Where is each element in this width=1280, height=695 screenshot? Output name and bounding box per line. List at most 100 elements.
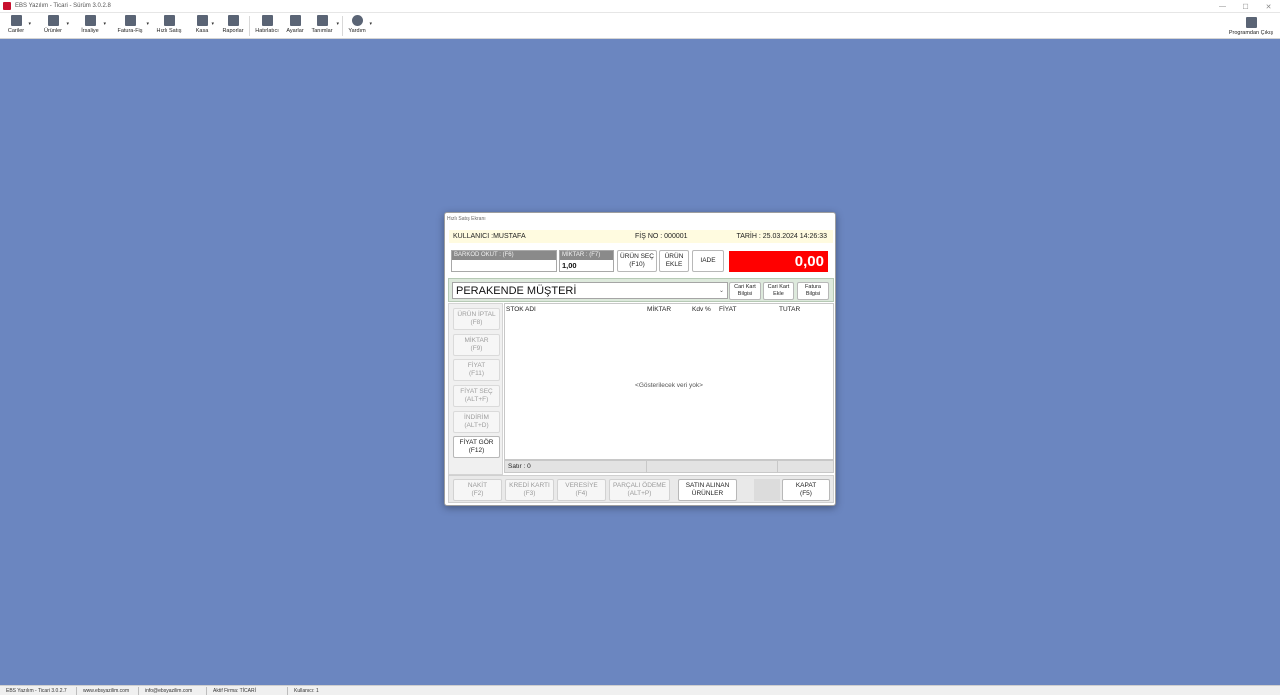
sale-items-grid[interactable]: STOK ADI MİKTAR Kdv % FİYAT TUTAR <Göste… — [504, 303, 834, 460]
price-button[interactable]: FİYAT (F11) — [453, 359, 500, 381]
cash-button[interactable]: NAKİT (F2) — [453, 479, 502, 501]
spacer-block — [754, 479, 780, 501]
kasa-icon — [196, 15, 208, 26]
status-version: EBS Yazılım - Ticari 3.0.2.7 — [0, 686, 77, 695]
quantity-button[interactable]: MİKTAR (F9) — [453, 334, 500, 356]
toolbar-cariler[interactable]: Cariler ▾ — [6, 13, 31, 39]
status-email[interactable]: info@ebsyazilim.com — [139, 686, 207, 695]
toolbar-fatura-fis[interactable]: Fatura-Fiş ▾ — [116, 13, 149, 39]
barcode-label: BARKOD OKUT : (F6) — [452, 251, 556, 260]
maximize-icon[interactable]: ☐ — [1234, 0, 1257, 13]
discount-button[interactable]: İNDİRİM (ALT+D) — [453, 411, 500, 433]
status-website[interactable]: www.ebsyazilim.com — [77, 686, 139, 695]
window-controls: — ☐ ✕ — [1211, 0, 1280, 13]
irsaliye-icon — [84, 15, 96, 26]
chevron-down-icon[interactable]: ▾ — [369, 21, 372, 27]
close-icon[interactable]: ✕ — [1257, 0, 1280, 13]
on-account-button[interactable]: VERESİYE (F4) — [557, 479, 606, 501]
column-stock-name[interactable]: STOK ADI — [506, 306, 536, 313]
toolbar-raporlar[interactable]: Raporlar — [221, 13, 245, 39]
toolbar-urunler[interactable]: Ürünler ▾ — [42, 13, 69, 39]
column-quantity[interactable]: MİKTAR — [647, 306, 671, 313]
toolbar-separator — [249, 16, 250, 36]
chevron-down-icon[interactable]: ▾ — [146, 21, 149, 27]
add-account-card-button[interactable]: Cari Kart Ekle — [763, 282, 794, 300]
toolbar-separator — [342, 16, 343, 36]
status-active-company: Aktif Firma: TİCARİ — [207, 686, 288, 695]
invoice-info-button[interactable]: Fatura Bilgisi — [797, 282, 829, 300]
user-label: KULLANICI :MUSTAFA — [453, 233, 526, 240]
payment-strip: NAKİT (F2) KREDİ KARTI (F3) VERESİYE (F4… — [448, 475, 834, 503]
yardim-icon — [351, 15, 363, 26]
minimize-icon[interactable]: — — [1211, 0, 1234, 13]
toolbar-hizli-satis[interactable]: Hızlı Satış — [156, 13, 182, 39]
toolbar-label: Cariler — [7, 28, 25, 34]
footer-cell — [778, 461, 833, 472]
account-card-info-button[interactable]: Cari Kart Bilgisi — [729, 282, 761, 300]
toolbar-hatirlatici[interactable]: Hatırlatıcı — [254, 13, 280, 39]
side-action-panel: ÜRÜN İPTAL (F8) MİKTAR (F9) FİYAT (F11) … — [448, 303, 503, 475]
toolbar-exit[interactable]: Programdan Çıkış — [1227, 15, 1275, 41]
toolbar-tanimlar[interactable]: Tanımlar ▾ — [310, 13, 339, 39]
exit-icon — [1245, 17, 1257, 28]
column-price[interactable]: FİYAT — [719, 306, 736, 313]
main-toolbar: Cariler ▾ Ürünler ▾ İrsaliye ▾ Fatura-Fi… — [0, 13, 1280, 39]
cancel-product-button[interactable]: ÜRÜN İPTAL (F8) — [453, 308, 500, 330]
split-payment-button[interactable]: PARÇALI ÖDEME (ALT+P) — [609, 479, 670, 501]
fatura-icon — [124, 15, 136, 26]
hizli-satis-icon — [163, 15, 175, 26]
chevron-down-icon[interactable]: ▾ — [66, 21, 69, 27]
credit-card-button[interactable]: KREDİ KARTI (F3) — [505, 479, 554, 501]
toolbar-label: Yardım — [348, 28, 366, 34]
grid-empty-message: <Gösterilecek veri yok> — [635, 382, 703, 389]
ayarlar-icon — [289, 15, 301, 26]
customer-select[interactable]: PERAKENDE MÜŞTERİ ⌄ — [452, 282, 728, 299]
quick-sale-dialog: Hızlı Satış Ekranı KULLANICI :MUSTAFA Fİ… — [444, 212, 836, 506]
toolbar-label: Fatura-Fiş — [117, 28, 143, 34]
return-button[interactable]: IADE — [692, 250, 724, 272]
quantity-input[interactable]: 1,00 — [562, 261, 577, 270]
chevron-down-icon[interactable]: ▾ — [211, 21, 214, 27]
toolbar-yardim[interactable]: Yardım ▾ — [347, 13, 372, 39]
sale-info-bar: KULLANICI :MUSTAFA FİŞ NO : 000001 TARİH… — [449, 230, 833, 243]
footer-cell — [647, 461, 778, 472]
toolbar-label: Programdan Çıkış — [1228, 30, 1274, 36]
raporlar-icon — [227, 15, 239, 26]
chevron-down-icon[interactable]: ▾ — [336, 21, 339, 27]
customer-name: PERAKENDE MÜŞTERİ — [456, 285, 577, 297]
quantity-field[interactable]: MİKTAR : (F7) 1,00 — [559, 250, 614, 272]
add-product-button[interactable]: ÜRÜN EKLE — [659, 250, 689, 272]
toolbar-irsaliye[interactable]: İrsaliye ▾ — [79, 13, 106, 39]
toolbar-kasa[interactable]: Kasa ▾ — [195, 13, 214, 39]
barcode-field[interactable]: BARKOD OKUT : (F6) — [451, 250, 557, 272]
status-bar: EBS Yazılım - Ticari 3.0.2.7 www.ebsyazi… — [0, 685, 1280, 695]
quantity-label: MİKTAR : (F7) — [560, 251, 613, 260]
grid-header: STOK ADI MİKTAR Kdv % FİYAT TUTAR — [505, 304, 833, 315]
close-button[interactable]: KAPAT (F5) — [782, 479, 830, 501]
tanimlar-icon — [316, 15, 328, 26]
window-title: EBS Yazılım - Ticari - Sürüm 3.0.2.8 — [15, 3, 111, 9]
toolbar-ayarlar[interactable]: Ayarlar — [285, 13, 305, 39]
dialog-title: Hızlı Satış Ekranı — [447, 216, 486, 222]
purchased-products-button[interactable]: SATIN ALINAN ÜRÜNLER — [678, 479, 737, 501]
chevron-down-icon[interactable]: ⌄ — [719, 283, 724, 299]
row-count: Satır : 0 — [505, 461, 647, 472]
view-price-button[interactable]: FİYAT GÖR (F12) — [453, 436, 500, 458]
toolbar-label: Kasa — [195, 28, 209, 34]
grid-footer: Satır : 0 — [504, 460, 834, 473]
select-product-button[interactable]: ÜRÜN SEÇ (F10) — [617, 250, 657, 272]
column-vat[interactable]: Kdv % — [692, 306, 711, 313]
toolbar-label: Hatırlatıcı — [255, 28, 279, 34]
sale-date: TARİH : 25.03.2024 14:26:33 — [736, 233, 827, 240]
toolbar-label: Raporlar — [222, 28, 244, 34]
toolbar-label: İrsaliye — [81, 28, 99, 34]
status-user: Kullanıcı: 1 — [294, 687, 319, 694]
select-price-button[interactable]: FİYAT SEÇ (ALT+F) — [453, 385, 500, 407]
toolbar-label: Tanımlar — [311, 28, 333, 34]
chevron-down-icon[interactable]: ▾ — [103, 21, 106, 27]
customer-strip: PERAKENDE MÜŞTERİ ⌄ Cari Kart Bilgisi Ca… — [448, 278, 834, 302]
total-amount: 0,00 — [729, 251, 828, 272]
column-total[interactable]: TUTAR — [779, 306, 800, 313]
chevron-down-icon[interactable]: ▾ — [28, 21, 31, 27]
hatirlatici-icon — [261, 15, 273, 26]
